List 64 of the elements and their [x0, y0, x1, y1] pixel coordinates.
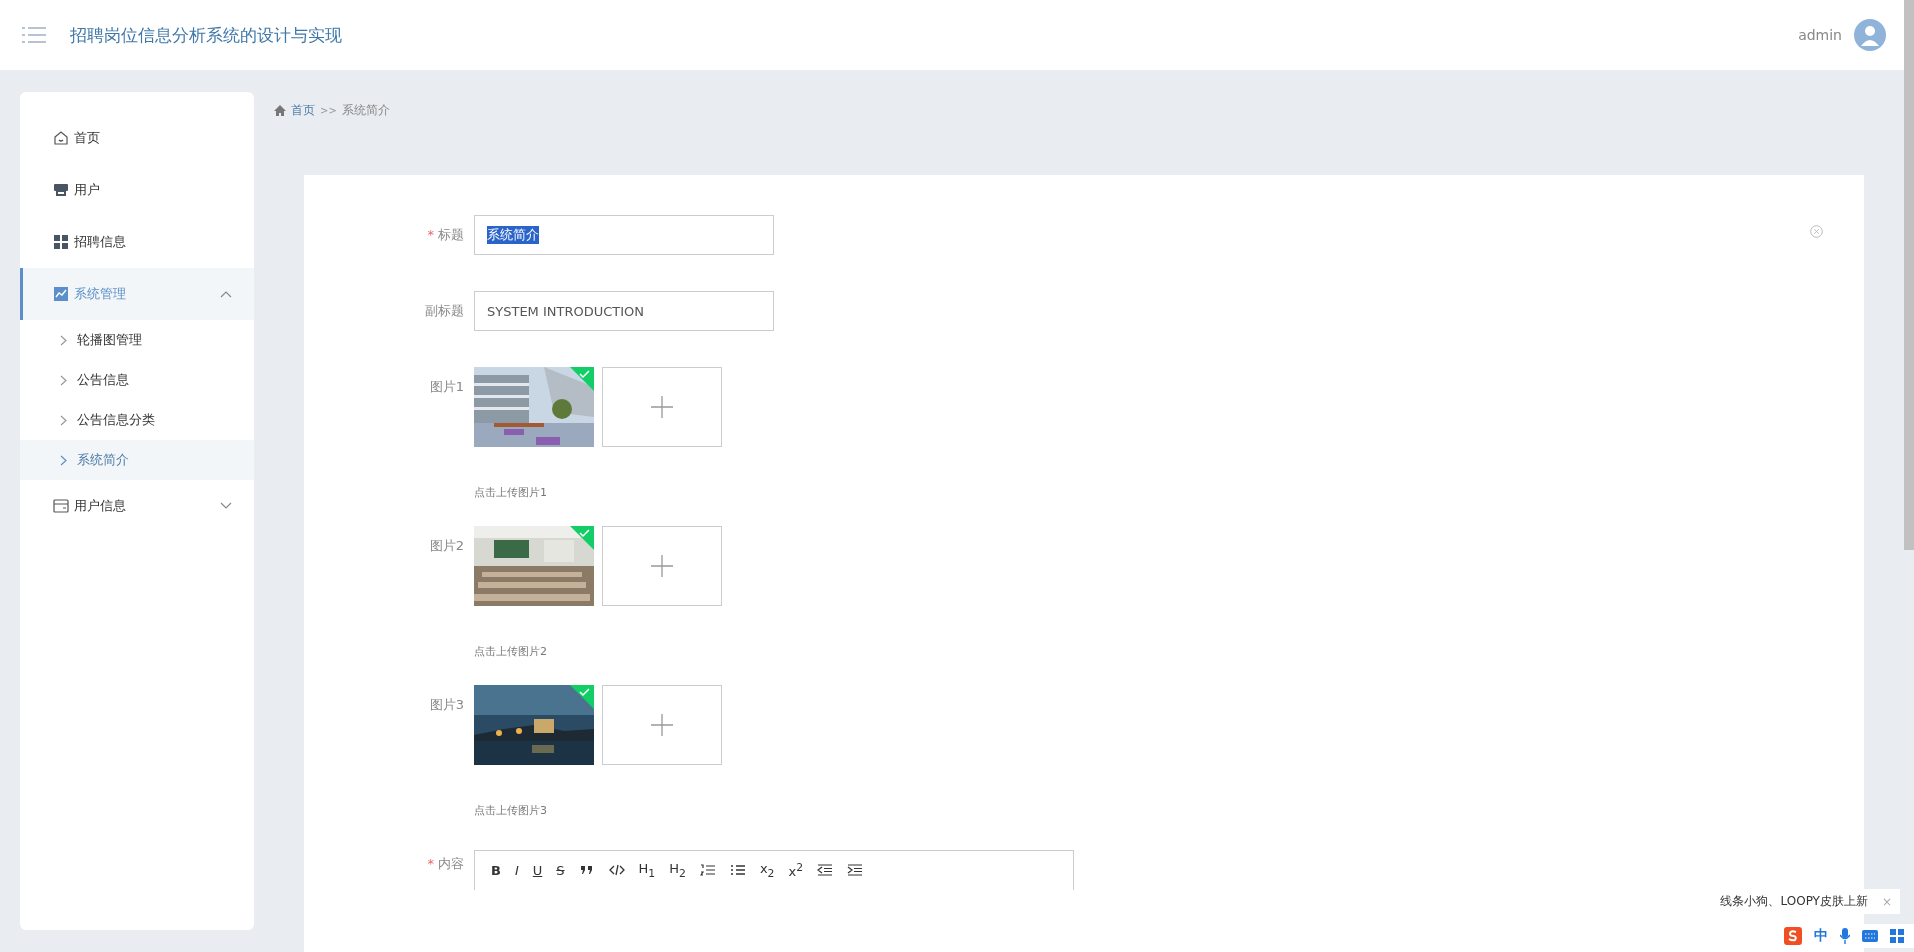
breadcrumb-separator: >> — [320, 104, 337, 116]
plus-icon — [651, 396, 673, 418]
nav-item[interactable]: 用户信息 — [20, 480, 254, 532]
nav-item[interactable]: 首页 — [20, 112, 254, 164]
indent-icon[interactable] — [847, 863, 864, 878]
field-label: 图片1 — [429, 378, 464, 396]
toolbar-button[interactable]: x$^{2}$ — [788, 861, 804, 880]
chevron-icon — [60, 374, 67, 386]
field-label: 内容 — [438, 855, 464, 873]
store-icon — [53, 182, 69, 198]
nav-item[interactable]: 用户 — [20, 164, 254, 216]
chevron-icon — [220, 290, 232, 298]
breadcrumb-current: 系统简介 — [341, 101, 390, 119]
user-name[interactable]: admin — [1798, 27, 1842, 43]
input-field[interactable]: 系统简介 — [474, 215, 774, 255]
ordered-list-icon[interactable] — [699, 863, 716, 878]
field-label: 副标题 — [425, 302, 464, 320]
chevron-icon — [60, 334, 67, 346]
avatar-icon[interactable] — [1854, 19, 1886, 51]
toolbar-button[interactable]: U — [532, 862, 543, 878]
required-mark: * — [427, 226, 434, 244]
plus-icon — [651, 555, 673, 577]
notification-text: 线条小狗、LOOPY皮肤上新 — [1720, 893, 1868, 910]
chevron-icon — [60, 414, 67, 426]
breadcrumb-link[interactable]: 首页 — [291, 101, 315, 119]
upload-hint: 点击上传图片3 — [474, 803, 547, 818]
grid-icon — [53, 234, 69, 250]
outdent-icon[interactable] — [817, 863, 834, 878]
bullet-list-icon[interactable] — [729, 863, 746, 878]
toolbar-button[interactable]: H$_{2}$ — [669, 861, 686, 880]
upload-hint: 点击上传图片2 — [474, 644, 547, 659]
upload-hint: 点击上传图片1 — [474, 485, 547, 500]
chart-icon — [53, 286, 69, 302]
code-icon[interactable] — [608, 863, 625, 878]
scrollbar[interactable] — [1904, 0, 1914, 550]
chevron-icon — [220, 502, 232, 510]
nav-item[interactable]: 招聘信息 — [20, 216, 254, 268]
keyboard-icon[interactable] — [1862, 930, 1878, 942]
rich-text-editor[interactable]: B I U S H$_{1}$ H$_{2}$ x$_{2}$ x$^{2}$ — [474, 850, 1074, 890]
chevron-icon — [60, 454, 67, 466]
microphone-icon[interactable] — [1840, 928, 1850, 944]
field-label: 图片3 — [429, 696, 464, 714]
plus-icon — [651, 714, 673, 736]
submenu-item[interactable]: 公告信息分类 — [20, 400, 254, 440]
input-mode-button[interactable]: 中 — [1814, 927, 1828, 945]
app-title: 招聘岗位信息分析系统的设计与实现 — [70, 23, 342, 47]
toolbar-button[interactable]: I — [514, 862, 519, 878]
close-icon[interactable] — [1810, 225, 1823, 238]
toolbar-button[interactable]: x$_{2}$ — [759, 861, 775, 880]
input-field[interactable]: SYSTEM INTRODUCTION — [474, 291, 774, 331]
card-icon — [53, 498, 69, 514]
submenu-item[interactable]: 公告信息 — [20, 360, 254, 400]
toolbar-button[interactable]: H$_{1}$ — [638, 861, 656, 880]
submenu-item[interactable]: 系统简介 — [20, 440, 254, 480]
toolbar-button[interactable]: S — [556, 862, 565, 878]
submenu-item[interactable]: 轮播图管理 — [20, 320, 254, 360]
house-icon — [53, 130, 69, 146]
grid-icon[interactable] — [1890, 929, 1904, 943]
logo-icon[interactable] — [1784, 927, 1802, 945]
required-mark: * — [427, 855, 434, 873]
house-icon — [274, 104, 286, 116]
toolbar-button[interactable]: B — [491, 862, 501, 878]
field-label: 标题 — [438, 226, 464, 244]
field-label: 图片2 — [429, 537, 464, 555]
